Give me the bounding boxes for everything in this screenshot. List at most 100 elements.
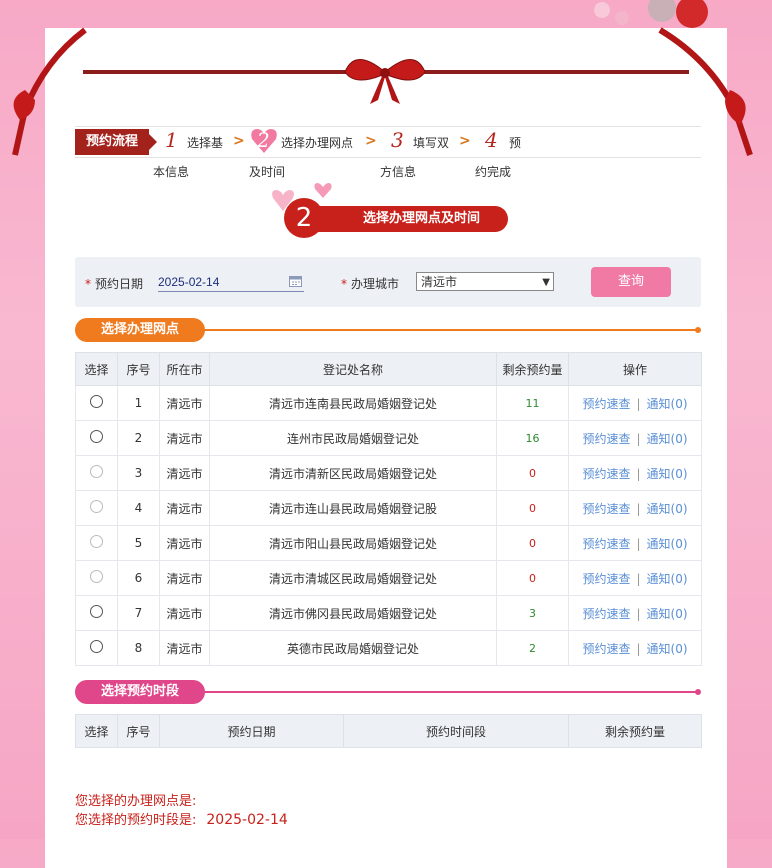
- table-row: 6 清远市 清远市清城区民政局婚姻登记处 0 预约速查 | 通知(0): [75, 560, 702, 596]
- notice-link[interactable]: 通知(0): [647, 502, 688, 516]
- row-remaining: 3: [529, 607, 536, 620]
- table-row: 8 清远市 英德市民政局婚姻登记处 2 预约速查 | 通知(0): [75, 630, 702, 666]
- section-title: 选择办理网点: [75, 318, 205, 342]
- row-remaining: 0: [529, 572, 536, 585]
- column-header: 所在市: [159, 352, 210, 386]
- notice-link[interactable]: 通知(0): [647, 467, 688, 481]
- row-city: 清远市: [159, 560, 210, 596]
- speed-check-link[interactable]: 预约速查: [582, 397, 630, 411]
- speed-check-link[interactable]: 预约速查: [582, 642, 630, 656]
- column-header: 预约日期: [159, 714, 344, 748]
- row-number: 2: [117, 420, 160, 456]
- link-separator: |: [636, 536, 641, 551]
- table-row: 4 清远市 清远市连山县民政局婚姻登记股 0 预约速查 | 通知(0): [75, 490, 702, 526]
- site-radio[interactable]: [90, 430, 103, 443]
- step-number: 4: [485, 128, 498, 152]
- table-row: 3 清远市 清远市清新区民政局婚姻登记处 0 预约速查 | 通知(0): [75, 455, 702, 491]
- step-label: 填写双: [413, 136, 450, 150]
- column-header: 选择: [75, 714, 118, 748]
- city-label: * 办理城市: [341, 277, 400, 291]
- row-number: 6: [117, 560, 160, 596]
- row-number: 7: [117, 595, 160, 631]
- sites-table: 选择 序号 所在市 登记处名称 剩余预约量 操作 1 清远市 清远市连南县民政局…: [75, 352, 702, 666]
- step-number: 2: [257, 128, 270, 152]
- site-radio: [90, 465, 103, 478]
- link-separator: |: [636, 501, 641, 516]
- row-site-name: 清远市连南县民政局婚姻登记处: [209, 385, 497, 421]
- date-label: * 预约日期: [85, 277, 144, 291]
- notice-link[interactable]: 通知(0): [647, 537, 688, 551]
- row-site-name: 英德市民政局婚姻登记处: [209, 630, 497, 666]
- chevron-right-icon: >: [365, 133, 377, 149]
- query-form: *预约日期 *办理城市 清远市▼ 查询: [75, 257, 701, 307]
- current-step-title: 选择办理网点及时间: [300, 206, 508, 232]
- notice-link[interactable]: 通知(0): [647, 572, 688, 586]
- speed-check-link[interactable]: 预约速查: [582, 502, 630, 516]
- row-number: 8: [117, 630, 160, 666]
- speed-check-link[interactable]: 预约速查: [582, 607, 630, 621]
- step-sublabel: 本信息: [153, 165, 190, 179]
- row-number: 5: [117, 525, 160, 561]
- row-remaining: 0: [529, 502, 536, 515]
- speed-check-link[interactable]: 预约速查: [582, 572, 630, 586]
- selected-site-label: 您选择的办理网点是:: [75, 794, 197, 809]
- city-select[interactable]: 清远市 ▼: [416, 272, 554, 291]
- row-remaining: 0: [529, 537, 536, 550]
- notice-link[interactable]: 通知(0): [647, 432, 688, 446]
- timeslots-table: 选择 序号 预约日期 预约时间段 剩余预约量: [75, 714, 702, 748]
- selected-time-label: 您选择的预约时段是:: [75, 813, 197, 828]
- row-number: 4: [117, 490, 160, 526]
- column-header: 剩余预约量: [568, 714, 702, 748]
- selected-site-line: 您选择的办理网点是:: [75, 790, 196, 809]
- section-dot: [695, 689, 701, 695]
- site-radio[interactable]: [90, 640, 103, 653]
- chevron-down-icon: ▼: [542, 277, 550, 288]
- column-header: 操作: [568, 352, 702, 386]
- row-remaining: 2: [529, 642, 536, 655]
- link-separator: |: [636, 571, 641, 586]
- row-number: 3: [117, 455, 160, 491]
- table-header-row: 选择 序号 所在市 登记处名称 剩余预约量 操作: [75, 352, 702, 386]
- column-header: 序号: [117, 352, 160, 386]
- progress-steps: 预约流程 1 选择基 本信息 > 2 选择办理网点 及时间 > 3 填写双 方信…: [75, 126, 701, 179]
- site-radio: [90, 570, 103, 583]
- column-header: 登记处名称: [209, 352, 497, 386]
- site-radio[interactable]: [90, 605, 103, 618]
- current-step-number: 2: [284, 198, 324, 238]
- row-site-name: 连州市民政局婚姻登记处: [209, 420, 497, 456]
- step-label: 选择基: [187, 136, 224, 150]
- speed-check-link[interactable]: 预约速查: [582, 432, 630, 446]
- row-number: 1: [117, 385, 160, 421]
- row-city: 清远市: [159, 595, 210, 631]
- section-divider: [203, 329, 698, 331]
- table-row: 7 清远市 清远市佛冈县民政局婚姻登记处 3 预约速查 | 通知(0): [75, 595, 702, 631]
- date-input[interactable]: [158, 273, 304, 292]
- chevron-right-icon: >: [233, 133, 245, 149]
- row-site-name: 清远市佛冈县民政局婚姻登记处: [209, 595, 497, 631]
- step-number: 3: [391, 128, 404, 152]
- row-site-name: 清远市连山县民政局婚姻登记股: [209, 490, 497, 526]
- row-site-name: 清远市阳山县民政局婚姻登记处: [209, 525, 497, 561]
- steps-title: 预约流程: [75, 129, 157, 155]
- notice-link[interactable]: 通知(0): [647, 607, 688, 621]
- table-row: 5 清远市 清远市阳山县民政局婚姻登记处 0 预约速查 | 通知(0): [75, 525, 702, 561]
- site-radio[interactable]: [90, 395, 103, 408]
- column-header: 序号: [117, 714, 160, 748]
- speed-check-link[interactable]: 预约速查: [582, 537, 630, 551]
- notice-link[interactable]: 通知(0): [647, 642, 688, 656]
- calendar-icon[interactable]: [289, 276, 302, 287]
- notice-link[interactable]: 通知(0): [647, 397, 688, 411]
- link-separator: |: [636, 396, 641, 411]
- section-divider: [203, 691, 698, 693]
- link-separator: |: [636, 431, 641, 446]
- step-label: 选择办理网点: [281, 136, 354, 150]
- row-remaining: 16: [525, 432, 540, 445]
- row-city: 清远市: [159, 455, 210, 491]
- step-sublabel: 约完成: [475, 165, 512, 179]
- section-title: 选择预约时段: [75, 680, 205, 704]
- bow-icon: [344, 59, 426, 104]
- speed-check-link[interactable]: 预约速查: [582, 467, 630, 481]
- query-button[interactable]: 查询: [591, 267, 671, 297]
- section-dot: [695, 327, 701, 333]
- row-city: 清远市: [159, 385, 210, 421]
